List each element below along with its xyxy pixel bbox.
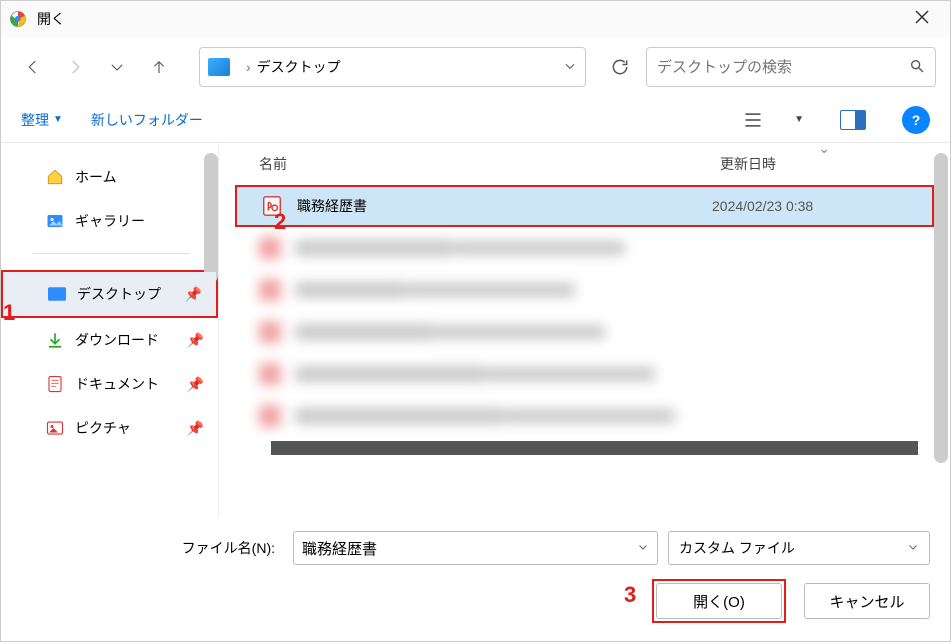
sidebar-gallery-label: ギャラリー: [75, 211, 145, 231]
sidebar-home-label: ホーム: [75, 167, 117, 187]
file-name: 職務経歴書: [297, 196, 712, 216]
filename-label: ファイル名(N):: [21, 538, 283, 558]
address-bar[interactable]: › デスクトップ: [199, 47, 586, 87]
file-row-selected[interactable]: 職務経歴書 2024/02/23 0:38: [235, 185, 934, 227]
dialog-footer: ファイル名(N): カスタム ファイル 開く(O) キャンセル: [1, 517, 950, 641]
folder-icon: [208, 58, 230, 76]
chevron-right-icon: ›: [246, 59, 251, 75]
pin-icon: 📌: [187, 376, 204, 393]
filetype-dropdown-icon: [907, 540, 919, 556]
sidebar-item-gallery[interactable]: ギャラリー: [1, 199, 218, 243]
column-modified[interactable]: ⌄ 更新日時: [720, 154, 950, 174]
toolbar: 整理 ▼ 新しいフォルダー ▼ ?: [1, 97, 950, 143]
pin-icon: 📌: [187, 420, 204, 437]
dialog-body: ホーム ギャラリー デスクトップ 📌 ダウンロード 📌: [1, 143, 950, 517]
button-row: 開く(O) キャンセル: [21, 579, 930, 623]
new-folder-button[interactable]: 新しいフォルダー: [91, 110, 203, 130]
chrome-icon: [9, 10, 27, 28]
column-name[interactable]: 名前: [259, 154, 720, 174]
home-icon: [45, 168, 65, 186]
sidebar-documents-label: ドキュメント: [75, 374, 159, 394]
pictures-icon: [45, 419, 65, 437]
file-date: 2024/02/23 0:38: [712, 198, 932, 214]
file-row-blurred: [235, 311, 934, 353]
file-area: 名前 ⌄ 更新日時 職務経歴書 2024/02/23 0:38: [219, 143, 950, 517]
cancel-button[interactable]: キャンセル: [804, 583, 930, 619]
sidebar-downloads-label: ダウンロード: [75, 330, 159, 350]
sidebar-desktop-label: デスクトップ: [77, 284, 161, 304]
documents-icon: [45, 375, 65, 393]
organize-label: 整理: [21, 110, 49, 130]
pin-icon: 📌: [185, 286, 202, 303]
nav-row: › デスクトップ: [1, 37, 950, 97]
view-mode-caret-icon[interactable]: ▼: [794, 114, 804, 125]
file-type-label: カスタム ファイル: [679, 538, 795, 558]
filename-input[interactable]: [302, 540, 637, 557]
file-list: 職務経歴書 2024/02/23 0:38: [219, 185, 950, 517]
view-mode-button[interactable]: [738, 105, 768, 135]
search-icon[interactable]: [909, 58, 925, 77]
caret-down-icon: ▼: [53, 114, 63, 125]
sidebar-item-desktop[interactable]: デスクトップ 📌: [3, 272, 216, 316]
open-button[interactable]: 開く(O): [656, 583, 782, 619]
file-row-blurred: [235, 395, 934, 437]
preview-pane-button[interactable]: [840, 110, 866, 130]
gallery-icon: [45, 212, 65, 230]
back-button[interactable]: [15, 49, 51, 85]
sidebar-item-pictures[interactable]: ピクチャ 📌: [1, 406, 218, 450]
downloads-icon: [45, 331, 65, 349]
file-row-blurred: [235, 227, 934, 269]
sort-caret-icon: ⌄: [818, 143, 830, 157]
sidebar-item-documents[interactable]: ドキュメント 📌: [1, 362, 218, 406]
breadcrumb-location: デスクトップ: [257, 57, 563, 77]
annotation-box-3: 開く(O): [652, 579, 786, 623]
forward-button[interactable]: [57, 49, 93, 85]
sidebar-divider: [33, 253, 190, 254]
file-list-header: 名前 ⌄ 更新日時: [219, 143, 950, 185]
file-horizontal-scrollbar[interactable]: [271, 441, 918, 455]
up-button[interactable]: [141, 49, 177, 85]
desktop-icon: [47, 287, 67, 301]
search-box[interactable]: [646, 47, 936, 87]
organize-menu[interactable]: 整理 ▼: [21, 110, 63, 130]
sidebar-pictures-label: ピクチャ: [75, 418, 131, 438]
address-dropdown-icon[interactable]: [563, 59, 577, 76]
filename-dropdown-icon[interactable]: [637, 540, 649, 556]
annotation-box-1: デスクトップ 📌: [1, 270, 218, 318]
help-button[interactable]: ?: [902, 106, 930, 134]
file-row-blurred: [235, 353, 934, 395]
refresh-button[interactable]: [600, 47, 640, 87]
title-bar: 開く: [1, 1, 950, 37]
search-input[interactable]: [657, 59, 909, 76]
pin-icon: 📌: [187, 332, 204, 349]
file-type-select[interactable]: カスタム ファイル: [668, 531, 930, 565]
filename-row: ファイル名(N): カスタム ファイル: [21, 531, 930, 565]
window-title: 開く: [37, 9, 902, 29]
recent-dropdown[interactable]: [99, 49, 135, 85]
sidebar: ホーム ギャラリー デスクトップ 📌 ダウンロード 📌: [1, 143, 219, 517]
pdf-icon: [261, 195, 283, 217]
close-button[interactable]: [902, 10, 942, 29]
open-file-dialog: 開く › デスクトップ 整理 ▼ 新しいフ: [0, 0, 951, 642]
file-row-blurred: [235, 269, 934, 311]
sidebar-item-downloads[interactable]: ダウンロード 📌: [1, 318, 218, 362]
sidebar-item-home[interactable]: ホーム: [1, 155, 218, 199]
filename-input-wrap[interactable]: [293, 531, 658, 565]
